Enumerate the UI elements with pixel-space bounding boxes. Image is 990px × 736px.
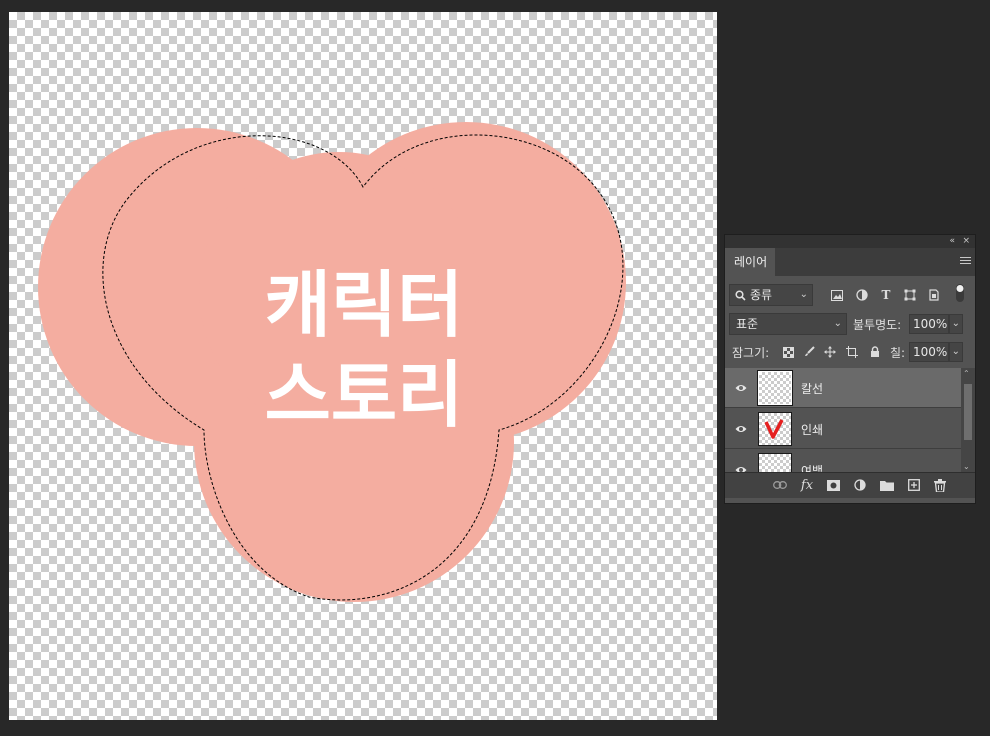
new-layer-icon[interactable] — [907, 478, 921, 492]
visibility-eye-icon[interactable] — [735, 464, 747, 472]
canvas-artwork: 캐릭터 스토리 — [38, 122, 626, 602]
filter-kind-value: 종류 — [750, 288, 773, 302]
smart-object-filter-icon[interactable] — [926, 287, 942, 303]
layers-list[interactable]: 칼선 인쇄 여백 — [725, 368, 961, 472]
scrollbar-thumb[interactable] — [964, 384, 972, 440]
layers-bottom-toolbar: fx — [725, 472, 975, 498]
pixel-layer-filter-icon[interactable] — [829, 287, 845, 303]
layers-panel: « × 레이어 종류 ⌄ T 표준 ⌄ 불투명도: 100% ⌄ 잠그기: 칠:… — [724, 234, 976, 504]
new-group-folder-icon[interactable] — [880, 478, 894, 492]
opacity-dropdown-button[interactable]: ⌄ — [949, 314, 963, 334]
red-checkmark-icon — [764, 419, 784, 439]
blend-mode-dropdown[interactable]: 표준 ⌄ — [729, 313, 847, 335]
search-icon — [735, 290, 746, 301]
fill-dropdown-button[interactable]: ⌄ — [949, 342, 963, 362]
lock-image-pixels-icon[interactable] — [801, 344, 817, 360]
lock-transparent-pixels-icon[interactable] — [780, 344, 796, 360]
adjustment-layer-filter-icon[interactable] — [854, 287, 870, 303]
fill-input[interactable]: 100% — [909, 342, 949, 362]
scroll-up-icon[interactable]: ⌃ — [963, 369, 970, 378]
chevron-down-icon: ⌄ — [833, 318, 842, 329]
tab-layers[interactable]: 레이어 — [725, 248, 775, 276]
chevron-down-icon: ⌄ — [799, 289, 808, 300]
lock-all-icon[interactable] — [867, 344, 883, 360]
layer-thumbnail — [758, 412, 792, 446]
opacity-label: 불투명도: — [853, 318, 902, 332]
blend-mode-value: 표준 — [736, 317, 759, 331]
panel-menu-icon[interactable] — [960, 257, 971, 266]
layer-name[interactable]: 칼선 — [801, 380, 823, 397]
layer-style-fx-icon[interactable]: fx — [800, 478, 814, 493]
layer-row-margin[interactable]: 여백 — [725, 450, 961, 472]
collapse-panel-icon[interactable]: « — [949, 235, 955, 248]
add-mask-icon[interactable] — [826, 478, 840, 492]
layers-scrollbar[interactable]: ⌃ ⌄ — [961, 368, 975, 472]
type-layer-filter-icon[interactable]: T — [878, 287, 894, 303]
link-layers-icon[interactable] — [773, 478, 787, 492]
document-canvas[interactable]: 캐릭터 스토리 — [9, 12, 717, 720]
chevron-down-icon: ⌄ — [951, 346, 960, 357]
blend-opacity-row: 표준 ⌄ 불투명도: 100% ⌄ — [725, 313, 975, 335]
layer-name[interactable]: 인쇄 — [801, 421, 823, 438]
close-panel-icon[interactable]: × — [962, 235, 970, 248]
shape-layer-filter-icon[interactable] — [902, 287, 918, 303]
layer-thumbnail — [758, 453, 792, 472]
layer-thumbnail — [757, 370, 793, 406]
lock-label: 잠그기: — [732, 346, 770, 360]
opacity-input[interactable]: 100% — [909, 314, 949, 334]
headline-line-2: 스토리 — [265, 353, 464, 437]
fill-label: 칠: — [890, 346, 906, 360]
filter-kind-dropdown[interactable]: 종류 ⌄ — [729, 284, 813, 306]
headline-line-1: 캐릭터 — [265, 263, 464, 347]
panel-title-bar[interactable]: « × — [725, 235, 975, 248]
trash-delete-layer-icon[interactable] — [933, 478, 947, 492]
chevron-down-icon: ⌄ — [951, 318, 960, 329]
layer-row-kalseon[interactable]: 칼선 — [725, 368, 961, 408]
filter-toggle-icon[interactable] — [952, 284, 968, 302]
visibility-eye-icon[interactable] — [735, 382, 747, 394]
lock-fill-row: 잠그기: 칠: 100% ⌄ — [725, 342, 975, 362]
panel-tab-bar: 레이어 — [725, 248, 975, 276]
new-adjustment-layer-icon[interactable] — [853, 478, 867, 492]
lock-position-icon[interactable] — [822, 344, 838, 360]
layer-filter-row: 종류 ⌄ T — [725, 284, 975, 306]
scroll-down-icon[interactable]: ⌄ — [963, 462, 970, 471]
visibility-eye-icon[interactable] — [735, 423, 747, 435]
lock-artboard-icon[interactable] — [844, 344, 860, 360]
layer-name[interactable]: 여백 — [801, 462, 823, 472]
layer-row-print[interactable]: 인쇄 — [725, 409, 961, 449]
